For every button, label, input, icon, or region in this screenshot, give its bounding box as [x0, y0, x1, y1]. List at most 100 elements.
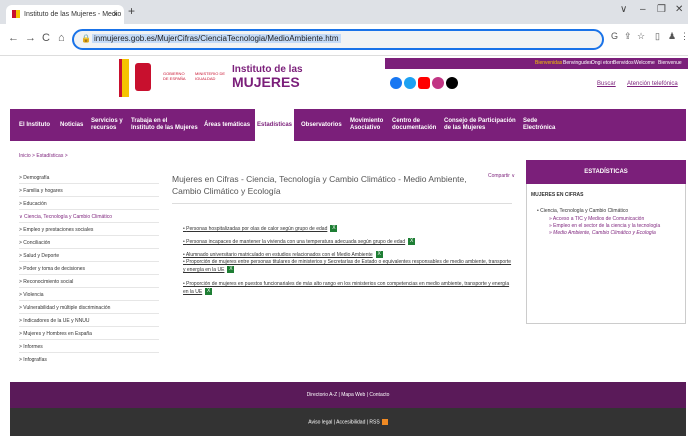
website: GOBIERNO DE ESPAÑA MINISTERIO DE IGUALDA… [0, 57, 688, 439]
address-bar[interactable]: 🔒 inmujeres.gob.es/MujerCifras/CienciaTe… [72, 29, 604, 50]
footer-links[interactable]: Directorio A-Z | Mapa Web | Contacto [10, 392, 686, 398]
divider [19, 183, 159, 184]
nav-centro-documentacion[interactable]: Centro de documentación [392, 109, 436, 141]
bookmark-star-icon[interactable]: ☆ [637, 31, 645, 42]
flag-icon [119, 59, 129, 97]
nav-observatorios[interactable]: Observatorios [301, 109, 342, 141]
logo-line-2: MUJERES [232, 74, 300, 90]
home-icon[interactable]: ⌂ [58, 32, 65, 44]
language-gl[interactable]: Benvidos [613, 60, 634, 66]
nav-consejo-participacion[interactable]: Consejo de Participación de las Mujeres [444, 109, 516, 141]
sidebar-item-educacion[interactable]: > Educación [19, 201, 47, 207]
nav-servicios[interactable]: Servicios y recursos [91, 109, 123, 141]
sidebar-item-vulnerabilidad[interactable]: > Vulnerabilidad y múltiple discriminaci… [19, 305, 110, 311]
document-title[interactable]: Proporción de mujeres en puestos funcion… [183, 281, 509, 295]
footer-legal[interactable]: Aviso legal | Accesibilidad | RSS [10, 419, 686, 425]
language-es[interactable]: Bienvenidas [535, 60, 562, 66]
share-button[interactable]: Compartir ∨ [488, 173, 515, 179]
excel-icon[interactable]: X [227, 266, 235, 274]
lock-icon: 🔒 [81, 34, 91, 43]
search-link[interactable]: Buscar [597, 81, 616, 87]
url-text[interactable]: inmujeres.gob.es/MujerCifras/CienciaTecn… [92, 34, 341, 43]
side-panel-icon[interactable]: ▯ [655, 31, 660, 42]
instagram-icon[interactable] [432, 77, 444, 89]
tree-item-label: Ciencia, Tecnología y Cambio Climático [540, 208, 629, 214]
document-title[interactable]: Personas incapaces de mantener la vivien… [186, 239, 405, 245]
sidebar-item-conciliacion[interactable]: > Conciliación [19, 240, 50, 246]
excel-icon[interactable]: X [408, 238, 416, 246]
nav-trabaja[interactable]: Trabaja en el Instituto de las Mujeres [131, 109, 198, 141]
sidebar-item-informes[interactable]: > Informes [19, 344, 43, 350]
sidebar-item-reconocimiento[interactable]: > Reconocimiento social [19, 279, 73, 285]
tree-item-parent[interactable]: • Ciencia, Tecnología y Cambio Climático [537, 208, 628, 214]
language-fr[interactable]: Bienvenue [658, 60, 682, 66]
tree-item-label: Empleo en el sector de la ciencia y la t… [553, 223, 661, 229]
section-title[interactable]: MUJERES EN CIFRAS [531, 192, 584, 198]
excel-icon[interactable]: X [205, 288, 213, 296]
divider [19, 222, 159, 223]
divider [19, 300, 159, 301]
nav-el-instituto[interactable]: El Instituto [19, 109, 50, 141]
excel-icon[interactable]: X [330, 225, 338, 233]
sidebar-item-mujeres-hombres[interactable]: > Mujeres y Hombres en España [19, 331, 92, 337]
tiktok-icon[interactable] [446, 77, 458, 89]
youtube-icon[interactable] [418, 77, 430, 89]
language-ca[interactable]: Benvingudes [563, 60, 592, 66]
language-eu[interactable]: Ongi etorri [591, 60, 614, 66]
back-icon[interactable]: ← [8, 32, 19, 44]
rss-icon[interactable] [381, 419, 388, 425]
divider [19, 274, 159, 275]
breadcrumb[interactable]: Inicio > Estadísticas > [19, 153, 68, 159]
minimize-button[interactable]: – [640, 4, 646, 15]
reload-icon[interactable]: C [42, 32, 50, 44]
divider [19, 326, 159, 327]
sidebar-item-demografia[interactable]: > Demografía [19, 175, 49, 181]
twitter-icon[interactable] [404, 77, 416, 89]
divider [19, 313, 159, 314]
tab-close-icon[interactable]: × [113, 9, 118, 19]
tab-search-icon[interactable]: ∨ [620, 4, 627, 15]
tree-item-child[interactable]: » Acceso a TIC y Medios de Comunicación [549, 216, 644, 222]
nav-sede-electronica[interactable]: Sede Electrónica [523, 109, 555, 141]
language-bar: Bienvenidas Benvingudes Ongi etorri Benv… [385, 58, 688, 69]
browser-menu-icon[interactable]: ⋮ [680, 31, 688, 42]
nav-movimiento-asociativo[interactable]: Movimiento Asociativo [350, 109, 383, 141]
nav-areas-tematicas[interactable]: Áreas temáticas [204, 109, 250, 141]
government-text: GOBIERNO DE ESPAÑA [163, 71, 186, 81]
footer-legal-bar: Aviso legal | Accesibilidad | RSS [10, 408, 686, 436]
restore-button[interactable]: ❐ [657, 4, 666, 15]
close-window-button[interactable]: ✕ [675, 4, 683, 15]
document-link[interactable]: • Personas hospitalizadas por olas de ca… [183, 225, 513, 233]
document-link[interactable]: • Proporción de mujeres entre personas t… [183, 258, 513, 274]
facebook-icon[interactable] [390, 77, 402, 89]
tree-item-child[interactable]: » Empleo en el sector de la ciencia y la… [549, 223, 660, 229]
tab-title: Instituto de las Mujeres - Medio [24, 11, 122, 18]
document-link[interactable]: • Personas incapaces de mantener la vivi… [183, 238, 513, 246]
google-translate-icon[interactable]: G [611, 31, 618, 41]
sidebar-item-poder[interactable]: > Poder y toma de decisiones [19, 266, 85, 272]
language-en[interactable]: Welcome [634, 60, 655, 66]
profile-icon[interactable]: ♟ [668, 31, 676, 42]
sidebar-item-violencia[interactable]: > Violencia [19, 292, 44, 298]
divider [19, 287, 159, 288]
share-icon[interactable]: ⇪ [624, 31, 632, 42]
tree-item-label: Medio Ambiente, Cambio Climático y Ecolo… [553, 230, 656, 236]
sidebar-item-familia[interactable]: > Familia y hogares [19, 188, 63, 194]
sidebar-item-salud[interactable]: > Salud y Deporte [19, 253, 59, 259]
institute-logo[interactable]: Instituto de las MUJERES [232, 65, 303, 90]
forward-icon[interactable]: → [25, 32, 36, 44]
sidebar-item-ciencia[interactable]: ∨ Ciencia, Tecnología y Cambio Climático [19, 214, 112, 220]
nav-estadisticas[interactable]: Estadísticas [255, 109, 295, 141]
sidebar-item-empleo[interactable]: > Empleo y prestaciones sociales [19, 227, 93, 233]
divider [19, 339, 159, 340]
sidebar-item-indicadores[interactable]: > Indicadores de la UE y NNUU [19, 318, 89, 324]
browser-tab[interactable]: Instituto de las Mujeres - Medio × [6, 5, 124, 24]
sidebar-item-infografias[interactable]: > Infografías [19, 357, 47, 363]
document-title[interactable]: Personas hospitalizadas por olas de calo… [186, 226, 327, 232]
new-tab-button[interactable]: + [128, 4, 135, 18]
footer-legal-links[interactable]: Aviso legal | Accesibilidad | RSS [308, 419, 379, 425]
nav-noticias[interactable]: Noticias [60, 109, 83, 141]
document-link[interactable]: • Proporción de mujeres en puestos funci… [183, 280, 513, 296]
phone-support-link[interactable]: Atención telefónica [627, 81, 678, 87]
tree-item-child-active[interactable]: » Medio Ambiente, Cambio Climático y Eco… [549, 230, 656, 236]
